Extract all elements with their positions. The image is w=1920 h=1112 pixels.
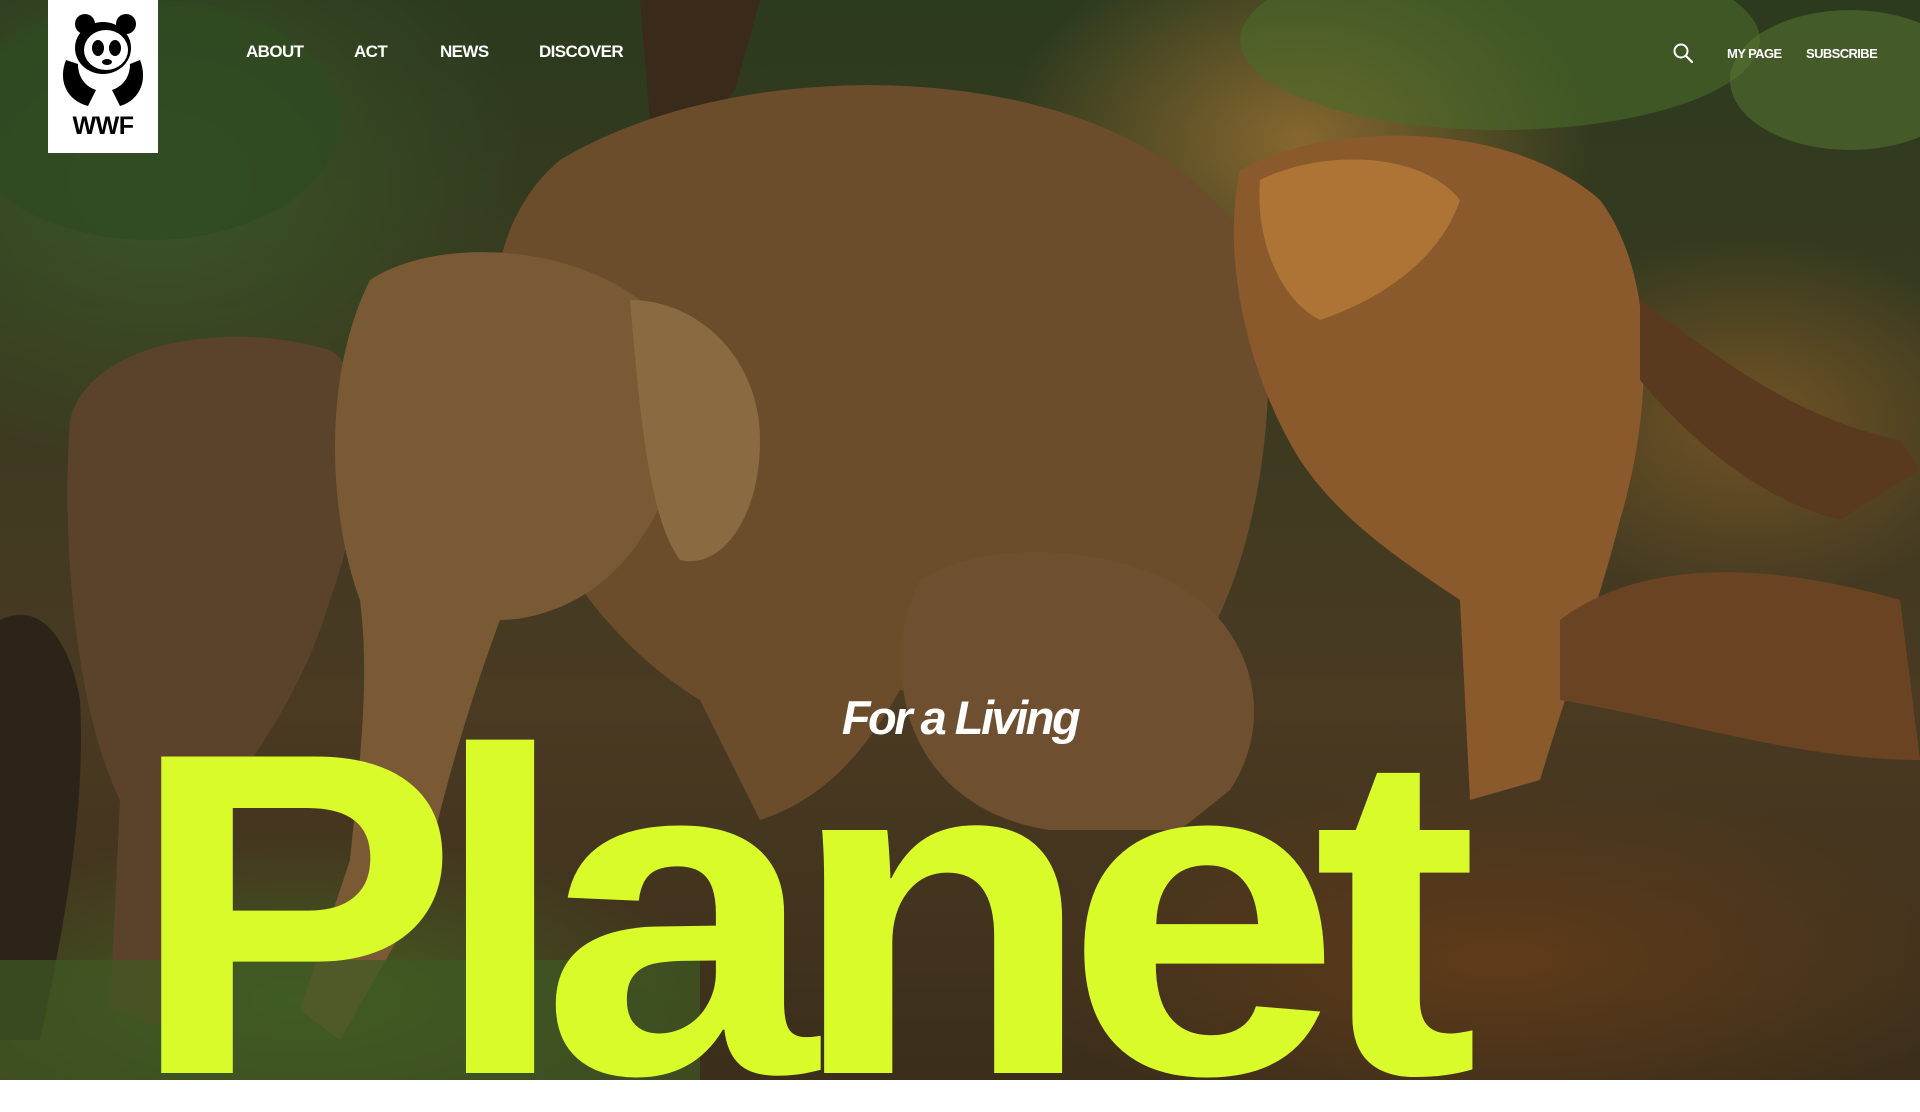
nav-about[interactable]: ABOUT xyxy=(246,42,304,62)
logo-text: WWF xyxy=(72,112,134,140)
nav-act[interactable]: ACT xyxy=(354,42,388,62)
search-icon xyxy=(1673,43,1694,64)
nav-news[interactable]: NEWS xyxy=(440,42,489,62)
nav-discover[interactable]: DISCOVER xyxy=(539,42,624,62)
wwf-logo[interactable]: WWF xyxy=(48,0,158,153)
my-page-link[interactable]: MY PAGE xyxy=(1727,46,1782,61)
page: WWF ABOUT ACT NEWS DISCOVER MY PAGE SUBS… xyxy=(0,0,1920,1112)
subscribe-link[interactable]: SUBSCRIBE xyxy=(1806,46,1878,61)
page-bottom-band xyxy=(0,1080,1920,1112)
panda-logo-icon xyxy=(62,14,144,106)
hero-headline: Planet xyxy=(128,658,1478,1112)
search-button[interactable] xyxy=(1672,42,1694,64)
